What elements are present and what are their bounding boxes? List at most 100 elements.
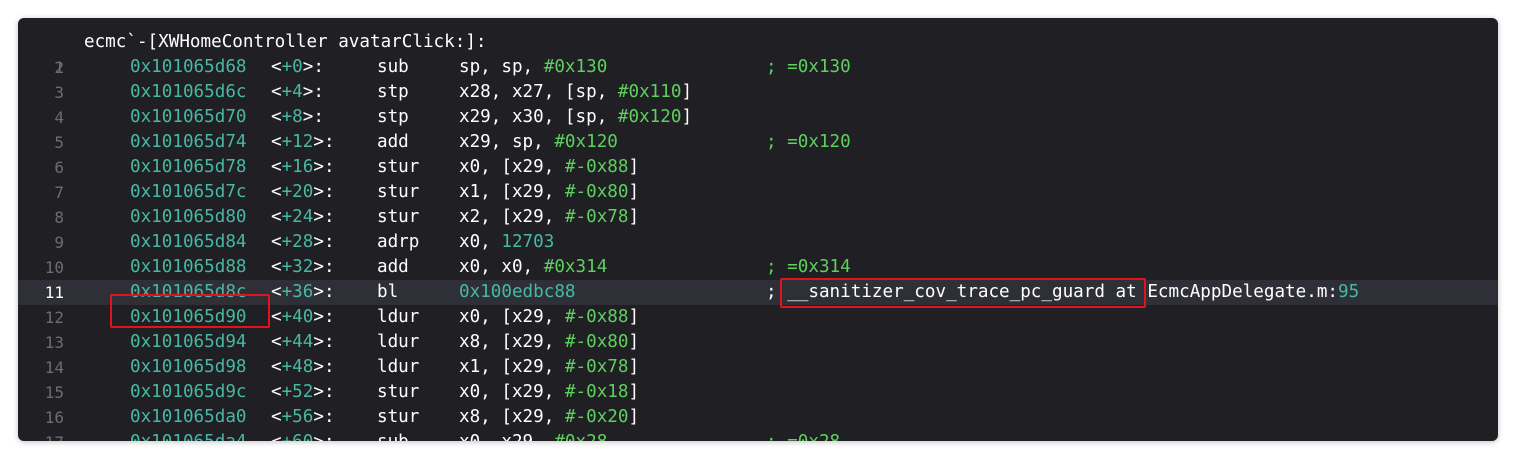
offset-value: +48 — [281, 357, 314, 377]
operand-text: sp, sp, — [459, 57, 544, 77]
code-line[interactable]: 9 0x101065d84 <+28>: adrp x0, 12703 — [18, 230, 1498, 255]
offset-value: +32 — [281, 257, 314, 277]
immediate-value: #-0x80 — [564, 182, 629, 202]
instruction-operands: x0, [x29, #-0x88] — [459, 305, 639, 330]
offset-value: +20 — [281, 182, 314, 202]
offset-open: < — [271, 282, 282, 302]
instruction-offset: <+36>: — [271, 280, 335, 305]
offset-value: +52 — [281, 382, 314, 402]
operand-text: x1, [x29, — [459, 357, 565, 377]
offset-close: >: — [313, 157, 335, 177]
instruction-address: 0x101065d7c — [130, 182, 247, 202]
instruction-offset: <+16>: — [271, 155, 335, 180]
instruction-mnemonic: stur — [377, 157, 420, 177]
offset-value: +16 — [281, 157, 314, 177]
offset-open: < — [271, 357, 282, 377]
instruction-mnemonic: ldur — [377, 332, 420, 352]
operand-text: at EcmcAppDelegate.m: — [1104, 282, 1339, 302]
instruction-operands: x8, [x29, #-0x80] — [459, 330, 639, 355]
code-line[interactable]: 2 0x101065d68 <+0>: sub sp, sp, #0x130 ; =0x1… — [18, 55, 1498, 80]
immediate-value: #-0x88 — [564, 307, 629, 327]
code-line[interactable]: 5 0x101065d74 <+12>: add x29, sp, #0x120 ; =0… — [18, 130, 1498, 155]
immediate-value: #-0x20 — [564, 407, 629, 427]
instruction-operands: x8, [x29, #-0x20] — [459, 405, 639, 430]
offset-open: < — [271, 257, 282, 277]
code-line[interactable]: 15 0x101065d9c <+52>: stur x0, [x29, #-0x18] — [18, 380, 1498, 405]
code-line[interactable]: 4 0x101065d70 <+8>: stp x29, x30, [sp, #0x12… — [18, 105, 1498, 130]
instruction-offset: <+8>: — [271, 105, 324, 130]
function-header: ecmc`-[XWHomeController avatarClick:]: — [84, 32, 487, 52]
operand-text: x0, [x29, — [459, 382, 565, 402]
instruction-address: 0x101065d94 — [130, 332, 247, 352]
operand-text: ] — [628, 307, 640, 327]
instruction-offset: <+28>: — [271, 230, 335, 255]
offset-value: +60 — [282, 432, 314, 441]
code-line[interactable]: 10 0x101065d88 <+32>: add x0, x0, #0x314 ; =0… — [18, 255, 1498, 280]
instruction-address: 0x101065d68 — [130, 57, 247, 77]
offset-value: +56 — [281, 407, 314, 427]
operand-text: x8, [x29, — [459, 332, 565, 352]
offset-close: >: — [302, 107, 324, 127]
instruction-mnemonic: sub — [377, 430, 409, 441]
line-number: 8 — [54, 208, 64, 227]
instruction-address: 0x101065d70 — [130, 107, 247, 127]
offset-value: +40 — [281, 307, 314, 327]
code-line[interactable]: 7 0x101065d7c <+20>: stur x1, [x29, #-0x80] — [18, 180, 1498, 205]
instruction-mnemonic: sub — [377, 57, 409, 77]
code-line[interactable]: 12 0x101065d90 <+40>: ldur x0, [x29, #-0x88] — [18, 305, 1498, 330]
code-line[interactable]: 8 0x101065d80 <+24>: stur x2, [x29, #-0x78] — [18, 205, 1498, 230]
instruction-operands: x2, [x29, #-0x78] — [459, 205, 639, 230]
offset-value: +4 — [281, 82, 303, 102]
instruction-comment: ; =0x120 — [766, 130, 851, 155]
offset-value: +8 — [281, 107, 303, 127]
instruction-offset: <+12>: — [271, 130, 335, 155]
offset-value: +12 — [281, 132, 314, 152]
instruction-operands: sp, sp, #0x130 — [459, 55, 607, 80]
instruction-address: 0x101065da0 — [130, 407, 247, 427]
instruction-operands: x29, x30, [sp, #0x120] — [459, 105, 692, 130]
instruction-address: 0x101065d74 — [130, 132, 247, 152]
offset-open: < — [271, 432, 282, 441]
offset-close: >: — [313, 382, 335, 402]
instruction-mnemonic: ldur — [377, 307, 420, 327]
operand-text: x1, [x29, — [459, 182, 565, 202]
instruction-address: 0x101065d88 — [130, 257, 247, 277]
instruction-offset: <+48>: — [271, 355, 335, 380]
line-number: 17 — [18, 430, 64, 441]
instruction-address: 0x101065d6c — [130, 82, 247, 102]
operand-text: x28, x27, [sp, — [459, 82, 618, 102]
instruction-mnemonic: stur — [377, 182, 420, 202]
offset-value: +28 — [281, 232, 314, 252]
code-line-current[interactable]: 11 0x101065d8c <+36>: bl 0x100edbc88; __sani… — [18, 280, 1498, 305]
offset-value: +24 — [281, 207, 314, 227]
code-line[interactable]: 13 0x101065d94 <+44>: ldur x8, [x29, #-0x80] — [18, 330, 1498, 355]
offset-value: +36 — [281, 282, 314, 302]
instruction-offset: <+56>: — [271, 405, 335, 430]
operand-text: x29, x30, [sp, — [459, 107, 618, 127]
comment-text: ; =0x314 — [766, 257, 851, 277]
line-number: 14 — [44, 358, 64, 377]
offset-close: >: — [313, 307, 335, 327]
code-line[interactable]: 17 0x101065da4 <+60>: sub x0, x29, #0x28 ; =0… — [18, 430, 1498, 441]
line-number: 12 — [44, 308, 64, 327]
line-number: 4 — [54, 108, 64, 127]
line-number: 11 — [44, 283, 64, 302]
code-line[interactable]: 6 0x101065d78 <+16>: stur x0, [x29, #-0x88] — [18, 155, 1498, 180]
code-line[interactable]: 14 0x101065d98 <+48>: ldur x1, [x29, #-0x78] — [18, 355, 1498, 380]
instruction-offset: <+44>: — [271, 330, 335, 355]
operand-text: x29, sp, — [459, 132, 555, 152]
code-view: 1 ecmc`-[XWHomeController avatarClick:]:… — [18, 30, 1498, 441]
offset-close: >: — [313, 207, 335, 227]
instruction-address: 0x101065d78 — [130, 157, 247, 177]
code-line-header[interactable]: 1 ecmc`-[XWHomeController avatarClick:]: — [18, 30, 1498, 77]
operand-text: x0, [x29, — [459, 157, 565, 177]
instruction-operands: x0, x29, #0x28 — [459, 430, 607, 441]
instruction-offset: <+60>: — [271, 430, 335, 441]
code-line[interactable]: 16 0x101065da0 <+56>: stur x8, [x29, #-0x20] — [18, 405, 1498, 430]
line-number: 2 — [54, 58, 64, 77]
code-line[interactable]: 3 0x101065d6c <+4>: stp x28, x27, [sp, #0x11… — [18, 80, 1498, 105]
instruction-mnemonic: stur — [377, 207, 420, 227]
offset-open: < — [271, 307, 282, 327]
line-number: 5 — [54, 133, 64, 152]
numeric-value: 95 — [1338, 282, 1360, 302]
